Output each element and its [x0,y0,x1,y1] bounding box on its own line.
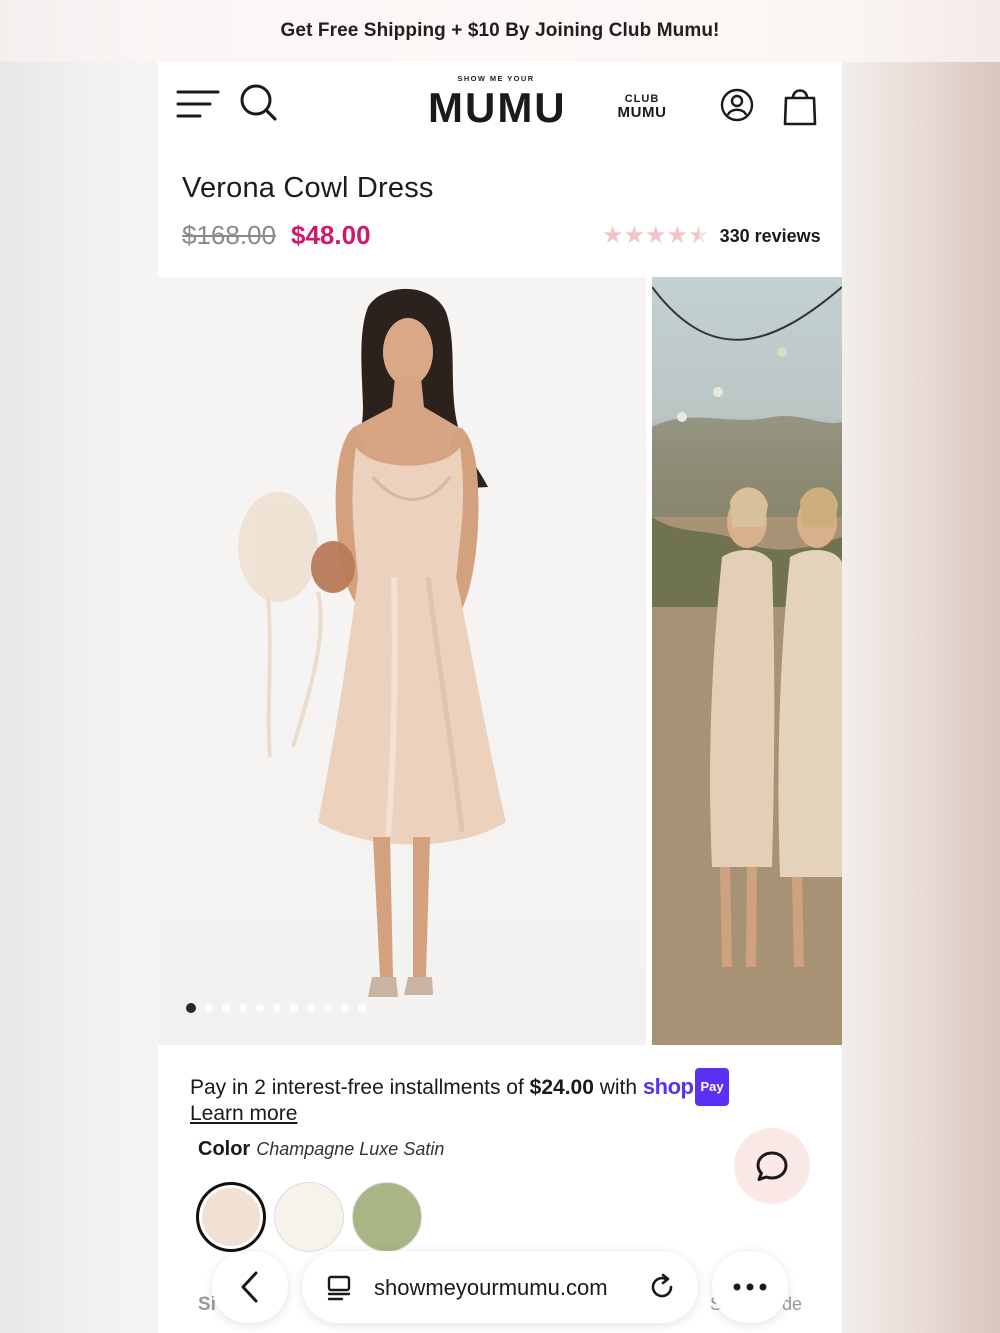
installments-text-before: Pay in 2 interest-free installments of [190,1076,530,1099]
browser-more-button[interactable] [712,1251,788,1323]
search-icon[interactable] [238,82,278,122]
product-photo-second[interactable] [652,277,842,1045]
carousel-dot[interactable] [341,1004,349,1012]
product-page: SHOW ME YOUR MUMU CLUB MUMU Verona Cowl … [158,62,842,1333]
reviews-count[interactable]: 330 reviews [720,226,821,247]
color-swatches [196,1182,422,1252]
model-photo [238,288,506,997]
club-wordmark: MUMU [617,104,667,121]
color-label: Color [198,1138,251,1160]
sale-price: $48.00 [291,220,371,250]
carousel-dot[interactable] [186,1003,196,1013]
product-gallery[interactable] [158,277,842,1045]
star-icon: ★ [666,222,689,249]
shop-pay-badge: Pay [695,1068,729,1106]
carousel-dot[interactable] [205,1004,213,1012]
carousel-dot[interactable] [273,1004,281,1012]
original-price: $168.00 [182,220,276,250]
product-rating[interactable]: ★ ★ ★ ★ ★ 330 reviews [602,224,821,248]
chat-button[interactable] [734,1128,810,1204]
shopping-bag-icon[interactable] [782,86,818,126]
installment-amount: $24.00 [529,1076,594,1099]
browser-toolbar: showmeyourmumu.com [212,1248,790,1326]
browser-url[interactable]: showmeyourmumu.com [374,1275,608,1301]
installments-text-after: with [593,1076,643,1099]
color-selector-label: Color Champagne Luxe Satin [198,1138,444,1161]
rating-stars: ★ ★ ★ ★ ★ [602,224,710,248]
star-icon: ★ [602,222,624,249]
logo-wordmark: MUMU [428,84,567,131]
chat-icon [756,1151,788,1181]
tab-overview-icon[interactable] [326,1275,352,1301]
browser-back-button[interactable] [212,1251,288,1323]
club-mumu-link[interactable]: CLUB MUMU [610,92,674,120]
site-header: SHOW ME YOUR MUMU CLUB MUMU [158,62,842,154]
logo-tagline: SHOW ME YOUR [457,74,535,83]
carousel-dot[interactable] [222,1004,230,1012]
reload-icon[interactable] [648,1273,676,1301]
color-swatch-ivory[interactable] [274,1182,344,1252]
star-icon: ★ [645,222,667,249]
shop-pay-logo: shop [642,1074,694,1099]
product-title: Verona Cowl Dress [182,172,434,204]
image-carousel-dots[interactable] [186,1003,366,1013]
carousel-dot[interactable] [290,1004,298,1012]
product-photo-main[interactable] [158,277,646,1045]
site-logo[interactable]: SHOW ME YOUR MUMU [428,74,567,132]
group-photo [652,286,842,1045]
carousel-dot[interactable] [307,1004,315,1012]
selected-color-name: Champagne Luxe Satin [256,1139,445,1159]
carousel-dot[interactable] [358,1004,366,1012]
star-icon: ★ [623,222,646,249]
more-dots-icon [733,1283,767,1291]
account-icon[interactable] [720,88,754,122]
half-star-icon: ★ [688,222,710,249]
carousel-dot[interactable] [324,1004,332,1012]
promo-banner[interactable]: Get Free Shipping + $10 By Joining Club … [0,0,1000,62]
learn-more-link[interactable]: Learn more [190,1102,297,1126]
carousel-dot[interactable] [239,1004,247,1012]
color-swatch-champagne[interactable] [196,1182,266,1252]
shop-pay-installments: Pay in 2 interest-free installments of $… [190,1068,830,1106]
promo-text[interactable]: Get Free Shipping + $10 By Joining Club … [281,20,720,42]
menu-icon[interactable] [176,88,220,120]
carousel-dot[interactable] [256,1004,264,1012]
browser-address-bar[interactable]: showmeyourmumu.com [302,1251,698,1323]
chevron-left-icon [241,1271,258,1303]
color-swatch-sage[interactable] [352,1182,422,1252]
